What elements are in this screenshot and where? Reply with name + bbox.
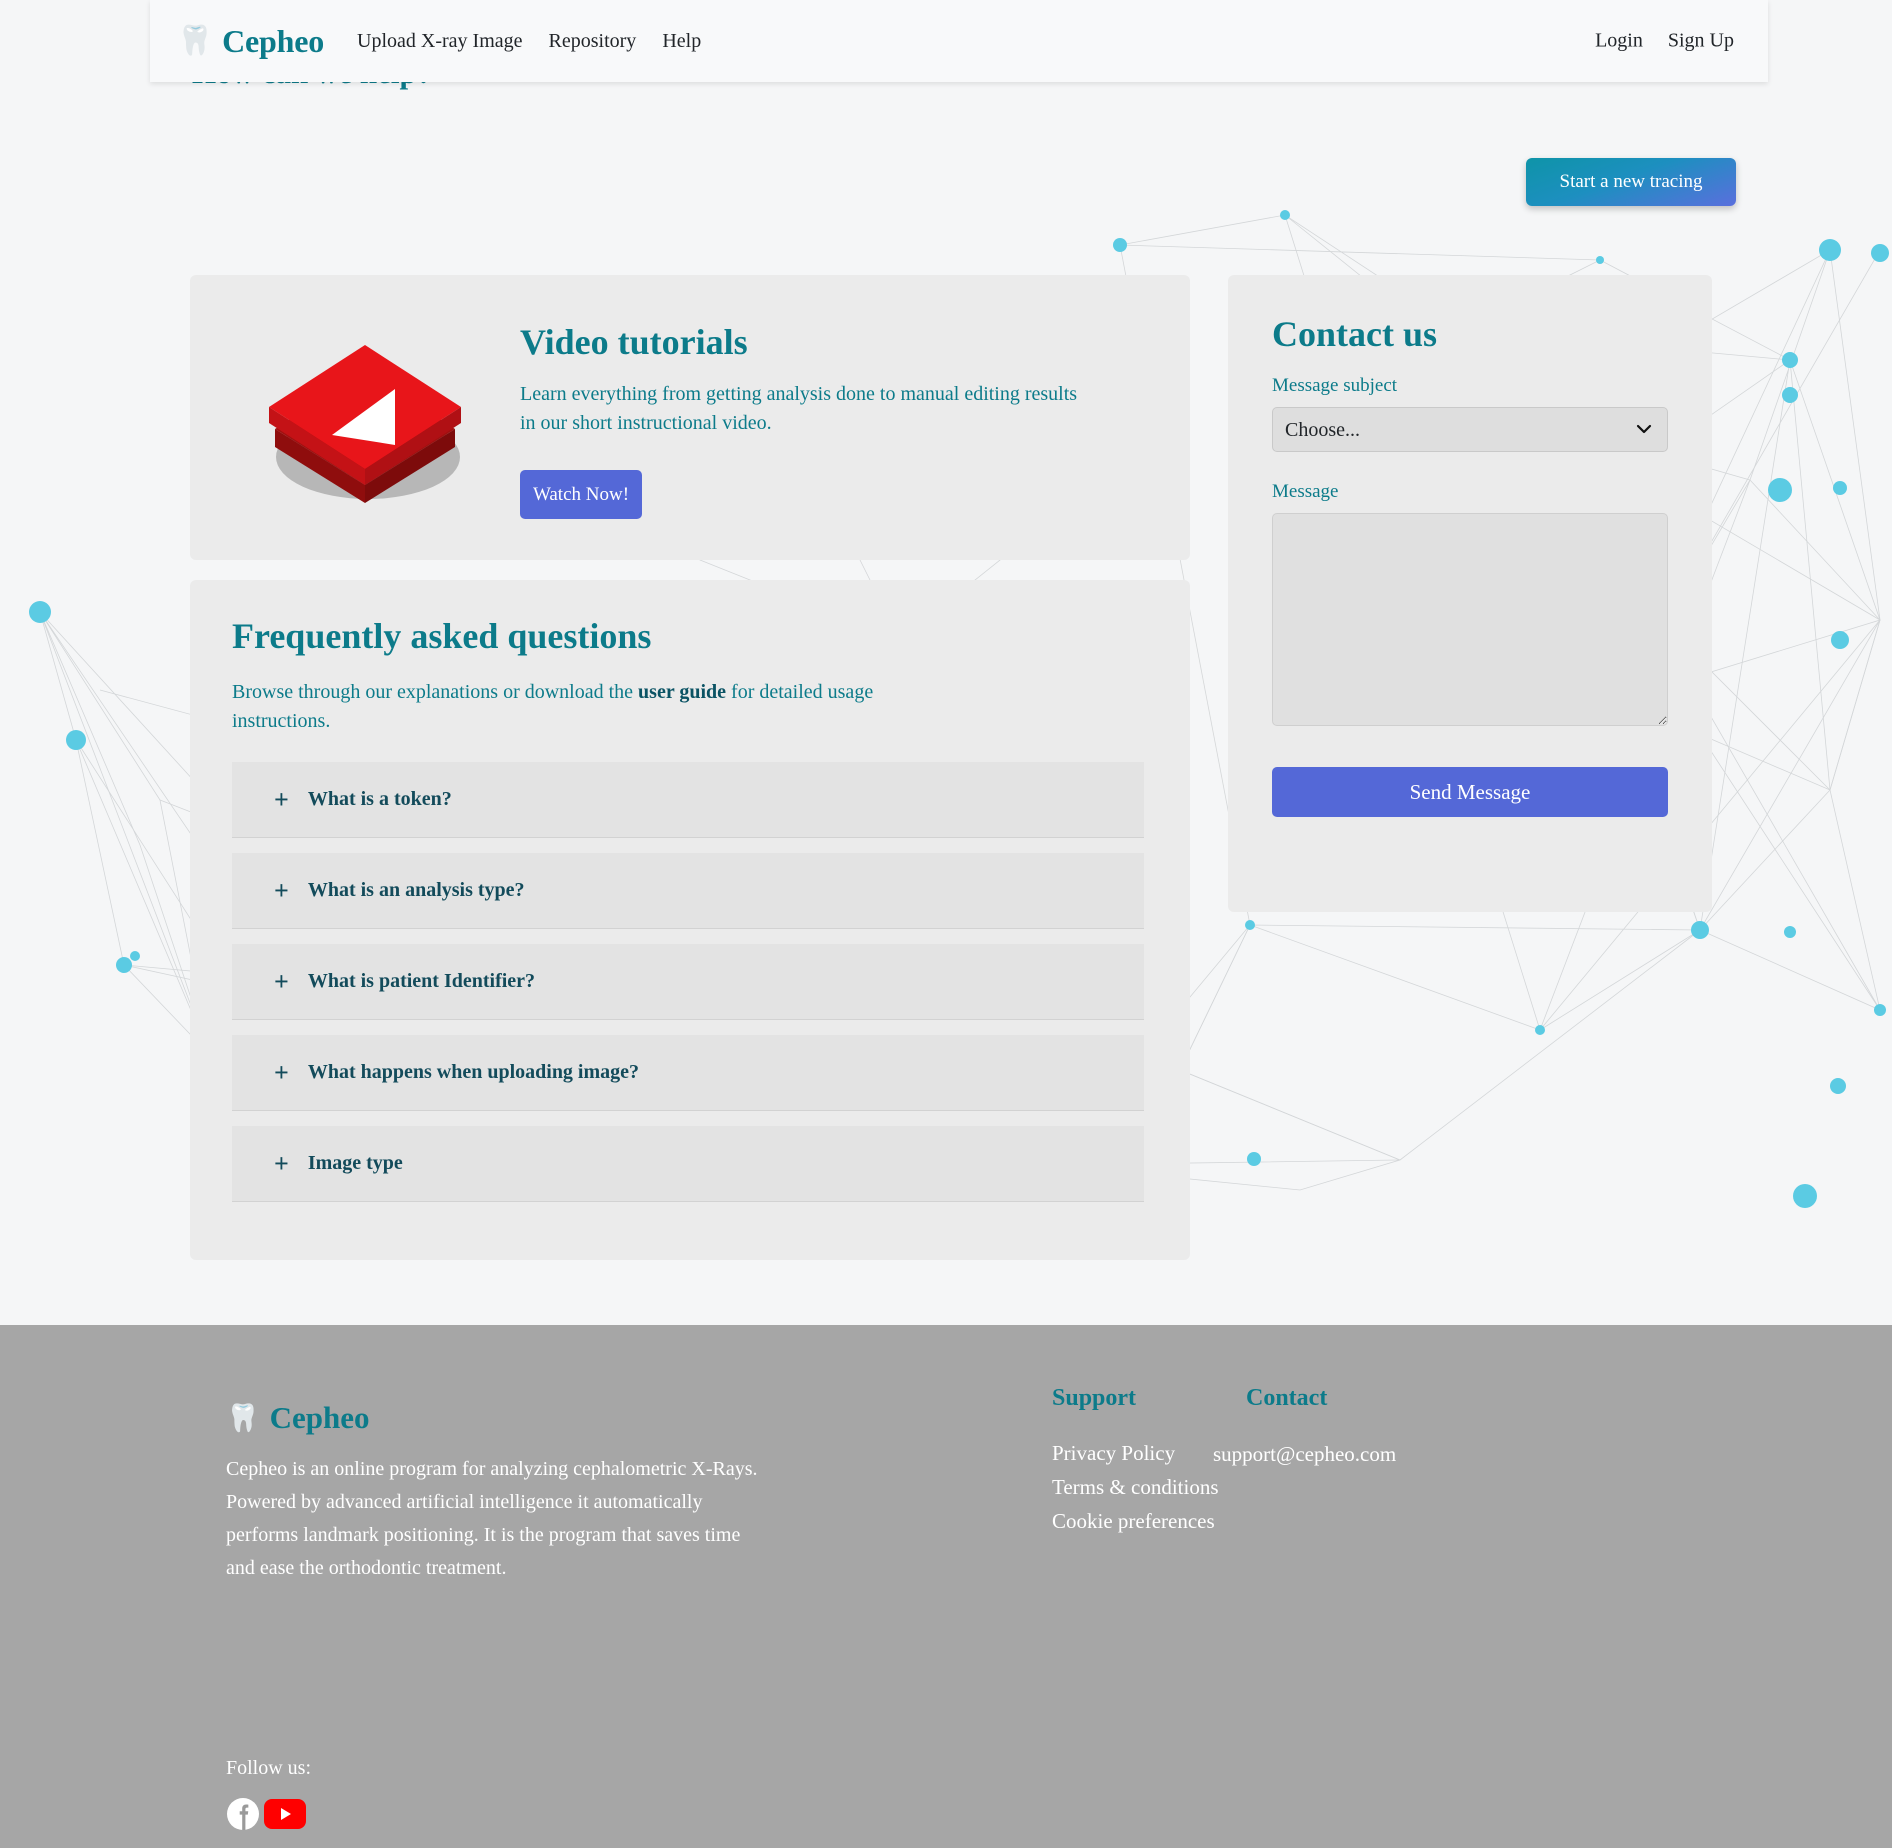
faq-title: Frequently asked questions [232, 616, 652, 656]
start-new-tracing-button[interactable]: Start a new tracing [1526, 158, 1736, 206]
brand-link[interactable]: 🦷 Cepheo [177, 23, 324, 60]
contact-us-card: Contact us Message subject Choose... Mes… [1228, 275, 1712, 912]
footer-support-links: Privacy Policy Terms & conditions Cookie… [1052, 1441, 1219, 1534]
faq-subtitle: Browse through our explanations or downl… [232, 678, 922, 736]
footer-brand: 🦷 Cepheo [226, 1400, 370, 1436]
tooth-icon: 🦷 [226, 1402, 260, 1433]
nav-auth-links: Login Sign Up [1595, 30, 1734, 53]
nav-link-help[interactable]: Help [662, 30, 701, 53]
plus-icon: + [274, 1057, 289, 1087]
faq-item-label: Image type [307, 1152, 403, 1174]
navbar: 🦷 Cepheo Upload X-ray Image Repository H… [150, 0, 1768, 82]
plus-icon: + [274, 966, 289, 996]
faq-item-label: What happens when uploading image? [307, 1061, 640, 1083]
faq-item-label: What is patient Identifier? [307, 970, 536, 992]
faq-item-what-happens-when-uploading-image[interactable]: + What happens when uploading image? [232, 1035, 1144, 1111]
video-card-title: Video tutorials [520, 322, 748, 362]
faq-item-image-type[interactable]: + Image type [232, 1126, 1144, 1202]
plus-icon: + [274, 1148, 289, 1178]
faq-subtitle-text-before: Browse through our explanations or downl… [232, 681, 639, 703]
faq-item-label: What is a token? [307, 788, 452, 810]
plus-icon: + [274, 875, 289, 905]
footer: 🦷 Cepheo Cepheo is an online program for… [0, 1325, 1892, 1848]
footer-brand-name: Cepheo [269, 1400, 370, 1435]
faq-item-what-is-an-analysis-type[interactable]: + What is an analysis type? [232, 853, 1144, 929]
footer-contact-title: Contact [1246, 1385, 1328, 1411]
faq-item-what-is-a-token[interactable]: + What is a token? [232, 762, 1144, 838]
signup-link[interactable]: Sign Up [1668, 30, 1734, 53]
follow-us-label: Follow us: [226, 1757, 312, 1779]
nav-link-repository[interactable]: Repository [549, 30, 637, 53]
nav-link-upload-xray-image[interactable]: Upload X-ray Image [357, 30, 523, 53]
brand-name: Cepheo [222, 22, 325, 59]
footer-support-title: Support [1052, 1385, 1137, 1411]
login-link[interactable]: Login [1595, 30, 1643, 53]
watch-now-button[interactable]: Watch Now! [520, 470, 642, 519]
facebook-icon[interactable] [226, 1797, 260, 1831]
support-email-link[interactable]: support@cepheo.com [1213, 1442, 1396, 1467]
message-label: Message [1272, 481, 1339, 502]
nav-links: Upload X-ray Image Repository Help [357, 30, 701, 53]
video-card-description: Learn everything from getting analysis d… [520, 383, 1078, 434]
video-play-cube-icon [269, 345, 461, 503]
plus-icon: + [274, 784, 289, 814]
faq-item-label: What is an analysis type? [307, 879, 525, 901]
tooth-icon: 🦷 [177, 24, 214, 57]
message-textarea[interactable] [1272, 513, 1668, 726]
youtube-icon[interactable] [264, 1799, 306, 1829]
footer-description: Cepheo is an online program for analyzin… [226, 1458, 758, 1579]
user-guide-link[interactable]: user guide [638, 681, 726, 703]
message-subject-label: Message subject [1272, 375, 1398, 396]
privacy-policy-link[interactable]: Privacy Policy [1052, 1441, 1219, 1466]
faq-accordion: + What is a token? + What is an analysis… [232, 762, 1144, 1217]
send-message-button[interactable]: Send Message [1272, 767, 1668, 817]
cookie-preferences-link[interactable]: Cookie preferences [1052, 1509, 1219, 1534]
message-subject-select[interactable]: Choose... [1272, 407, 1668, 452]
faq-card: Frequently asked questions Browse throug… [190, 580, 1190, 1260]
contact-card-title: Contact us [1272, 314, 1438, 354]
social-icons [226, 1797, 306, 1831]
terms-conditions-link[interactable]: Terms & conditions [1052, 1475, 1219, 1500]
video-tutorials-card: Video tutorials Learn everything from ge… [190, 275, 1190, 560]
faq-item-what-is-patient-identifier[interactable]: + What is patient Identifier? [232, 944, 1144, 1020]
